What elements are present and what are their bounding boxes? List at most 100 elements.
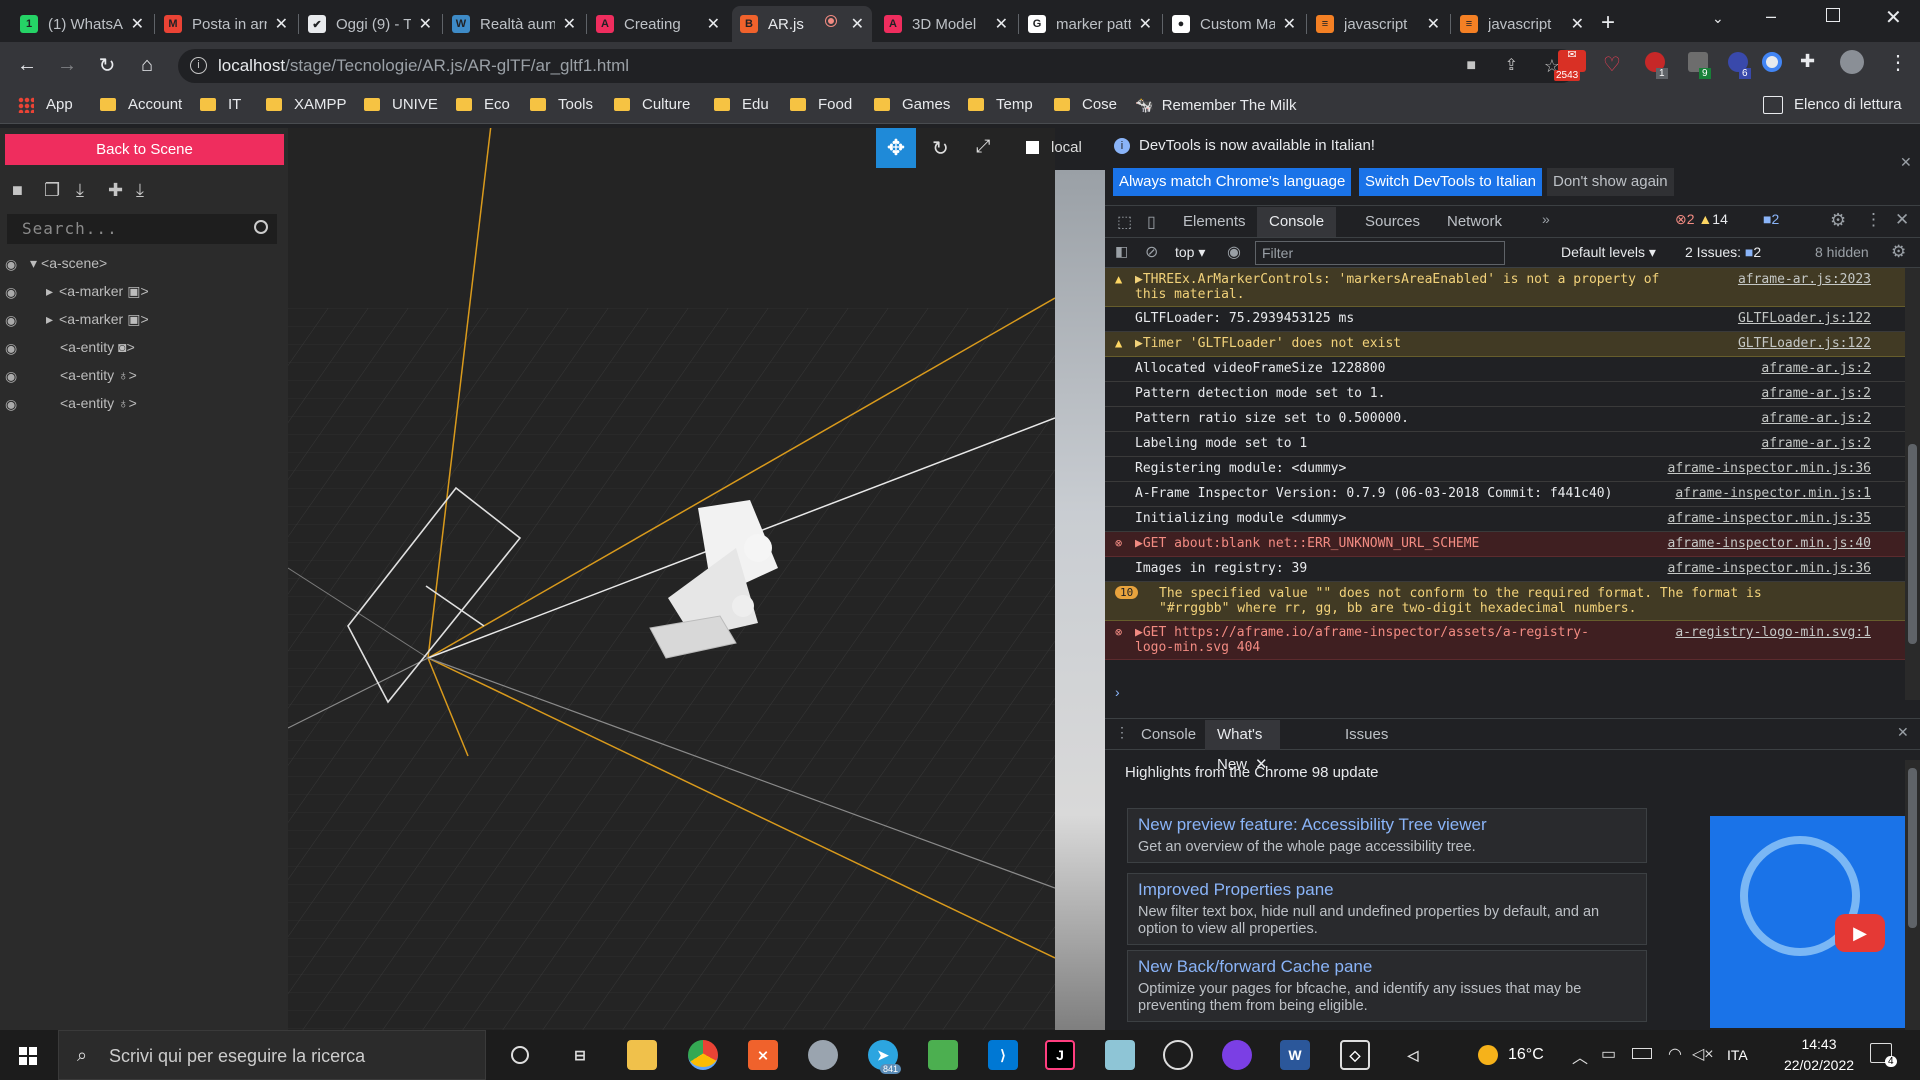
tab-8[interactable]: ● Custom Marker ✕ [1164, 6, 1304, 42]
windows-start-icon[interactable] [19, 1047, 37, 1065]
console-log-row[interactable]: ▲ ▶Timer 'GLTFLoader' does not exist GLTFL… [1105, 332, 1905, 357]
bookmark-folder-8[interactable]: Food [790, 96, 852, 113]
tab-close-icon[interactable]: ✕ [851, 14, 864, 34]
maximize-button[interactable] [1826, 8, 1840, 22]
inspect-element-icon[interactable]: ⬚ [1117, 212, 1132, 232]
tab-5[interactable]: B AR.js ✕ [732, 6, 872, 42]
console-scrollbar[interactable] [1905, 268, 1920, 700]
console-settings-icon[interactable]: ⚙ [1891, 242, 1906, 262]
console-log-row[interactable]: Allocated videoFrameSize 1228800 aframe-a… [1105, 357, 1905, 382]
bookmark-folder-9[interactable]: Games [874, 96, 950, 113]
expand-arrow-icon[interactable]: ▾ [30, 255, 37, 271]
devtools-tab-sources[interactable]: Sources [1353, 207, 1432, 237]
taskbar-search-box[interactable]: ⌕ Scrivi qui per eseguire la ricerca [58, 1030, 486, 1080]
log-source-link[interactable]: GLTFLoader.js:122 [1738, 336, 1871, 351]
tab-4[interactable]: A Creating ✕ [588, 6, 728, 42]
input-language[interactable]: ITA [1727, 1047, 1748, 1063]
bookmark-rtm[interactable]: 🐄 Remember The Milk [1135, 96, 1296, 115]
console-log-row[interactable]: Labeling mode set to 1 aframe-ar.js:2 [1105, 432, 1905, 457]
meet-now-icon[interactable]: ▭ [1601, 1044, 1616, 1064]
info-icon[interactable]: i [190, 57, 207, 74]
sidebar-toggle-icon[interactable]: ◧ [1115, 243, 1128, 260]
drawer-scrollbar[interactable] [1905, 760, 1920, 1030]
reading-list-label[interactable]: Elenco di lettura [1794, 96, 1902, 113]
log-source-link[interactable]: aframe-inspector.min.js:1 [1675, 486, 1871, 501]
extension-icon-4[interactable] [1762, 52, 1782, 72]
collapse-arrow-icon[interactable]: ▸ [46, 311, 53, 327]
whats-new-card[interactable]: Improved Properties pane New filter text … [1127, 873, 1647, 945]
more-tabs-icon[interactable]: » [1542, 211, 1550, 227]
bookmark-folder-2[interactable]: XAMPP [266, 96, 347, 113]
console-log-row[interactable]: ⊗ ▶GET https://aframe.io/aframe-inspector… [1105, 621, 1905, 660]
app-icon-crystal[interactable] [1105, 1040, 1135, 1070]
clock-time[interactable]: 14:43 [1789, 1036, 1849, 1052]
minimize-button[interactable]: – [1766, 6, 1776, 27]
console-log-row[interactable]: Initializing module <dummy> aframe-inspec… [1105, 507, 1905, 532]
app-icon-generic[interactable] [808, 1040, 838, 1070]
battery-icon[interactable] [1632, 1048, 1652, 1059]
tab-6[interactable]: A 3D Model ✕ [876, 6, 1016, 42]
tab-2[interactable]: ✔ Oggi (9) - Todoist ✕ [300, 6, 440, 42]
visibility-eye-icon[interactable]: ◉ [5, 256, 17, 273]
devtools-menu-icon[interactable]: ⋮ [1865, 210, 1882, 230]
obs-icon[interactable] [1163, 1040, 1193, 1070]
pocket-icon[interactable]: ♡ [1603, 52, 1621, 77]
tab-9[interactable]: ≡ javascript ✕ [1308, 6, 1448, 42]
tab-search-icon[interactable]: ⌄ [1712, 10, 1724, 27]
bookmark-folder-4[interactable]: Eco [456, 96, 510, 113]
log-source-link[interactable]: GLTFLoader.js:122 [1738, 311, 1871, 326]
console-log-row[interactable]: Images in registry: 39 aframe-inspector.m… [1105, 557, 1905, 582]
bookmark-folder-11[interactable]: Cose [1054, 96, 1117, 113]
live-expression-eye-icon[interactable]: ◉ [1227, 242, 1241, 262]
unity-icon[interactable]: ◁ [1398, 1040, 1428, 1070]
copy-icon[interactable]: ❐ [44, 180, 60, 201]
console-log-row[interactable]: Pattern detection mode set to 1. aframe-a… [1105, 382, 1905, 407]
log-source-link[interactable]: aframe-ar.js:2 [1761, 411, 1871, 426]
translate-tool-icon[interactable]: ✥ [876, 128, 916, 168]
visibility-eye-icon[interactable]: ◉ [5, 284, 17, 301]
console-filter-input[interactable]: Filter [1255, 241, 1505, 265]
error-count-badge[interactable]: ⊗2 ▲14 [1675, 211, 1728, 228]
download-icon[interactable]: ⤓ [136, 180, 144, 201]
bookmark-folder-0[interactable]: Account [100, 96, 182, 113]
log-source-link[interactable]: aframe-inspector.min.js:40 [1668, 536, 1872, 551]
reload-icon[interactable]: ↻ [92, 50, 122, 80]
whats-new-card[interactable]: New Back/forward Cache pane Optimize your… [1127, 950, 1647, 1022]
tab-close-icon[interactable]: ✕ [1139, 14, 1152, 34]
tab-close-icon[interactable]: ✕ [1427, 14, 1440, 34]
log-source-link[interactable]: aframe-ar.js:2023 [1738, 272, 1871, 287]
local-checkbox[interactable] [1026, 141, 1039, 154]
tab-10[interactable]: ≡ javascript ✕ [1452, 6, 1592, 42]
play-video-icon[interactable]: ▶ [1835, 914, 1885, 952]
console-log-list[interactable]: ▲ ▶THREEx.ArMarkerControls: 'markersAreaE… [1105, 268, 1905, 700]
3d-viewport[interactable] [288, 128, 1055, 1030]
tab-close-icon[interactable]: ✕ [563, 14, 576, 34]
tab-close-icon[interactable]: ✕ [1283, 14, 1296, 34]
tab-1[interactable]: M Posta in arrivo ✕ [156, 6, 296, 42]
bookmark-folder-7[interactable]: Edu [714, 96, 769, 113]
tab-close-icon[interactable]: ✕ [995, 14, 1008, 34]
drawer-tab-2[interactable]: Issues [1333, 720, 1400, 750]
log-source-link[interactable]: a-registry-logo-min.svg:1 [1675, 625, 1871, 640]
weather-icon[interactable] [1478, 1045, 1498, 1065]
search-icon[interactable] [254, 220, 268, 234]
console-prompt[interactable]: › [1115, 684, 1120, 700]
tab-close-icon[interactable]: ✕ [275, 14, 288, 34]
log-source-link[interactable]: aframe-ar.js:2 [1761, 361, 1871, 376]
camera-icon[interactable]: ■ [12, 180, 23, 201]
devtools-tab-network[interactable]: Network [1435, 207, 1514, 237]
spreadsheet-app-icon[interactable] [928, 1040, 958, 1070]
switch-language-button[interactable]: Switch DevTools to Italian [1359, 168, 1542, 196]
bookmark-folder-5[interactable]: Tools [530, 96, 593, 113]
bookmark-folder-6[interactable]: Culture [614, 96, 690, 113]
home-icon[interactable]: ⌂ [132, 50, 162, 80]
scene-canvas[interactable] [288, 128, 1055, 1030]
scene-tree-item[interactable]: ▸ <a-marker ▣> [46, 311, 149, 328]
visibility-eye-icon[interactable]: ◉ [5, 312, 17, 329]
console-log-row[interactable]: 10 The specified value "" does not confor… [1105, 582, 1905, 621]
visibility-eye-icon[interactable]: ◉ [5, 396, 17, 413]
wifi-icon[interactable]: ◠ [1668, 1044, 1682, 1064]
bookmark-folder-3[interactable]: UNIVE [364, 96, 438, 113]
console-log-row[interactable]: A-Frame Inspector Version: 0.7.9 (06-03-… [1105, 482, 1905, 507]
scene-tree-item[interactable]: <a-entity ♁> [46, 395, 137, 411]
